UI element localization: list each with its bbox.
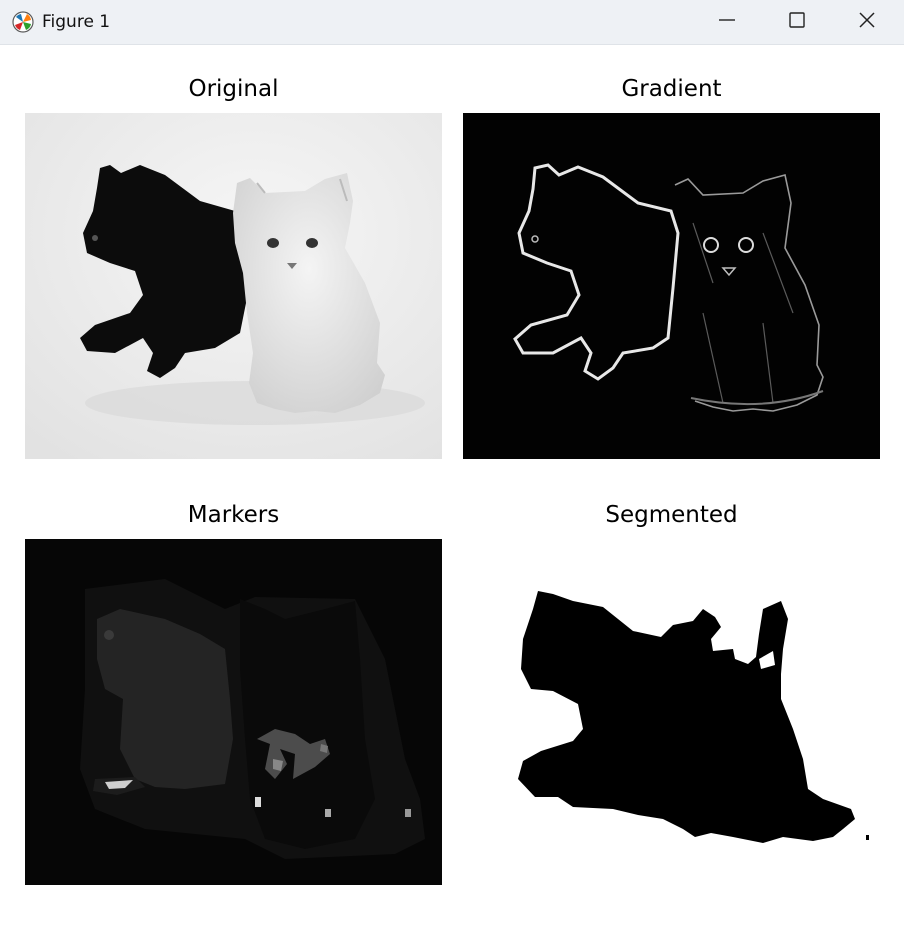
minimize-icon	[718, 11, 736, 33]
markers-image	[25, 539, 442, 885]
subplot-title-gradient: Gradient	[621, 76, 722, 102]
segmented-image	[463, 539, 880, 885]
title-bar[interactable]: Figure 1	[0, 0, 904, 45]
maximize-icon	[788, 11, 806, 33]
close-button[interactable]	[832, 0, 902, 44]
maximize-button[interactable]	[762, 0, 832, 44]
window-title: Figure 1	[42, 12, 111, 32]
gradient-image	[463, 113, 880, 459]
subplot-title-segmented: Segmented	[605, 502, 738, 528]
figure-window: Figure 1 Original Gradient Markers Segme…	[0, 0, 904, 928]
close-icon	[858, 11, 876, 33]
original-image	[25, 113, 442, 459]
subplot-title-original: Original	[188, 76, 279, 102]
minimize-button[interactable]	[692, 0, 762, 44]
matplotlib-icon	[12, 11, 34, 33]
subplot-title-markers: Markers	[187, 502, 280, 528]
